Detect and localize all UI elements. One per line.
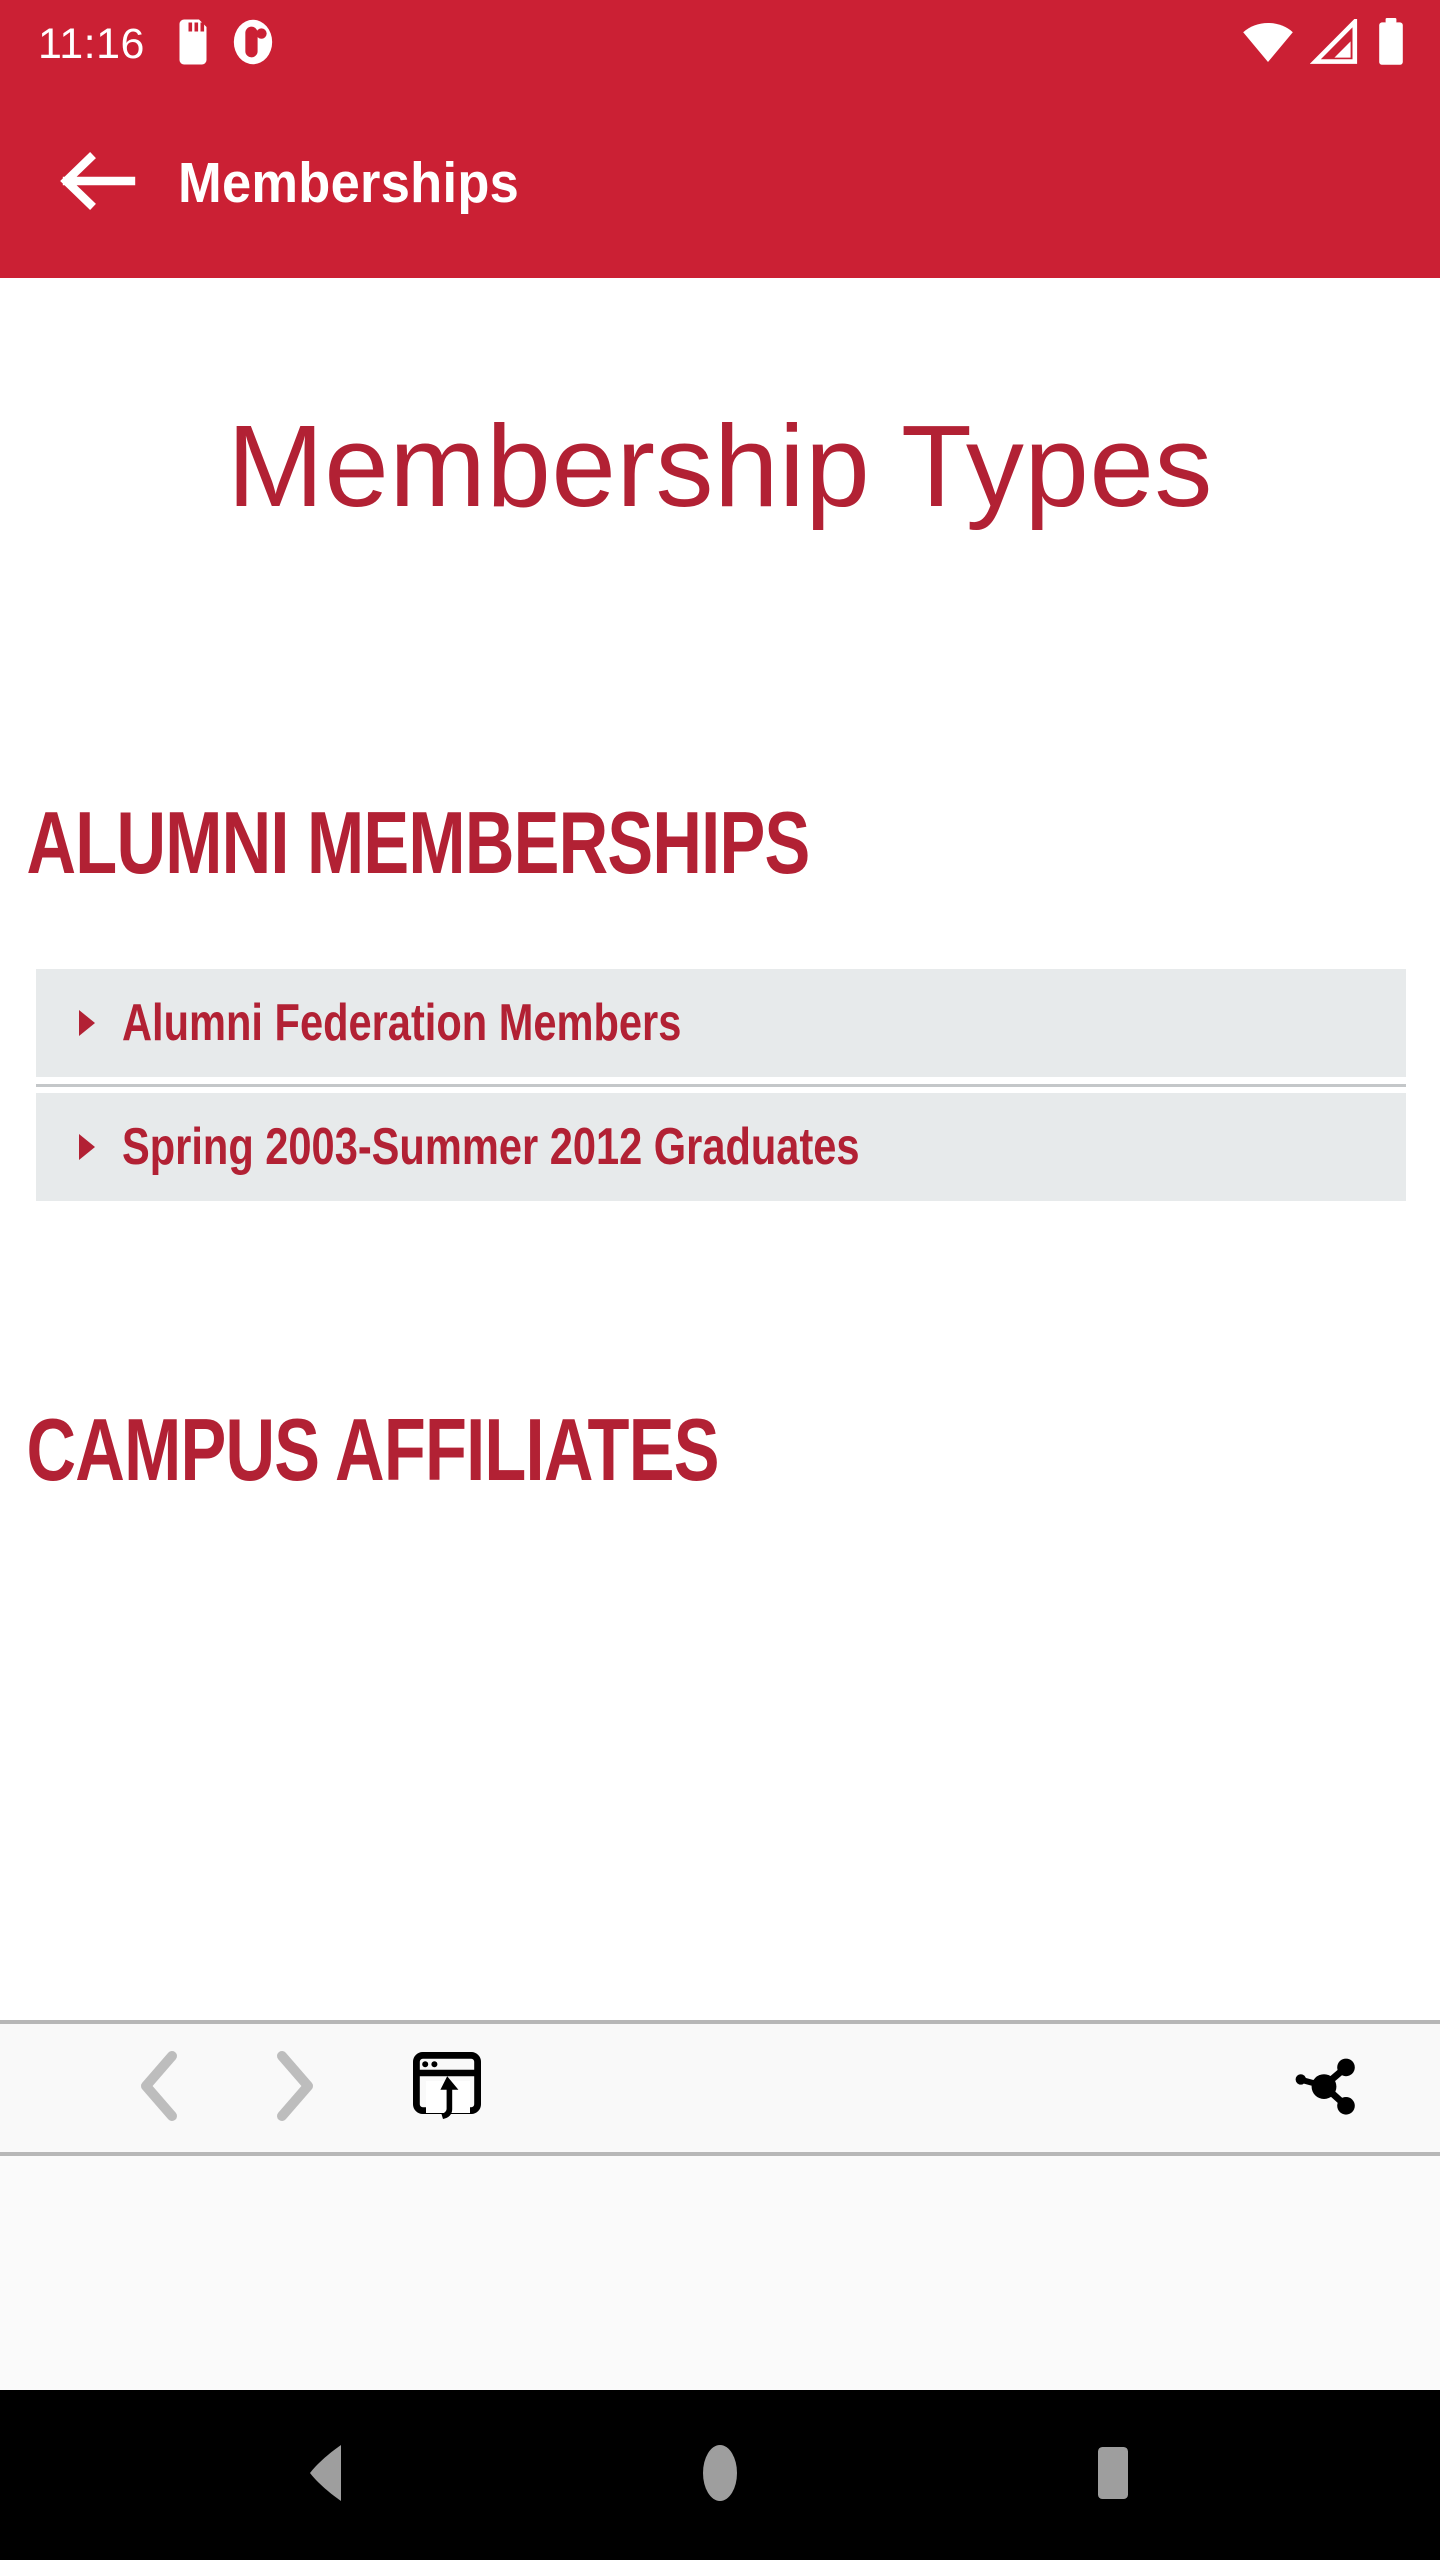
page-title: Memberships: [178, 151, 520, 215]
web-page-heading: Membership Types: [227, 401, 1213, 531]
list-item[interactable]: Alumni Federation Members: [36, 968, 1406, 1077]
system-navigation-bar: [0, 2390, 1440, 2560]
arrow-back-icon: [59, 150, 137, 217]
chevron-right-icon: [262, 2048, 324, 2129]
back-button[interactable]: [50, 135, 146, 231]
triangle-right-icon: [76, 1133, 98, 1161]
section-heading-campus-affiliates: CAMPUS AFFILIATES: [26, 1399, 720, 1499]
section-heading-alumni-memberships: ALUMNI MEMBERSHIPS: [26, 792, 811, 892]
chevron-left-icon: [130, 2048, 192, 2129]
webview[interactable]: Membership Types ALUMNI MEMBERSHIPS Alum…: [0, 278, 1440, 2020]
web-page-content: Membership Types ALUMNI MEMBERSHIPS Alum…: [0, 278, 1440, 1494]
battery-icon: [1376, 17, 1406, 71]
triangle-right-icon: [76, 1009, 98, 1037]
browser-back-button[interactable]: [106, 2033, 216, 2143]
browser-toolbar: [0, 2020, 1440, 2156]
wifi-icon: [1242, 19, 1294, 70]
nav-home-button[interactable]: [655, 2410, 785, 2540]
share-icon: [1286, 2047, 1364, 2130]
list-item-label: Spring 2003-Summer 2012 Graduates: [122, 1117, 860, 1176]
status-bar-clock: 11:16: [38, 19, 145, 68]
status-bar: 11:16: [0, 0, 1440, 88]
nav-back-button[interactable]: [262, 2410, 392, 2540]
browser-forward-button[interactable]: [238, 2033, 348, 2143]
nav-home-circle-icon: [697, 2442, 743, 2509]
cell-signal-icon: [1309, 15, 1360, 70]
nav-recents-button[interactable]: [1048, 2410, 1178, 2540]
open-in-browser-button[interactable]: [392, 2033, 502, 2143]
nav-recents-square-icon: [1090, 2442, 1136, 2509]
nav-back-triangle-icon: [299, 2442, 355, 2509]
status-bar-left-icons: [175, 19, 275, 70]
alumni-memberships-list: Alumni Federation Members Spring 2003-Su…: [0, 968, 1440, 1201]
list-item[interactable]: Spring 2003-Summer 2012 Graduates: [36, 1083, 1406, 1201]
status-bar-right-icons: [1242, 15, 1406, 71]
open-in-browser-icon: [410, 2049, 484, 2128]
sd-card-icon: [175, 19, 211, 70]
app-notification-icon: [231, 19, 275, 70]
phone-screen: 11:16 Memberships Membership Types ALUMN…: [0, 0, 1440, 2560]
app-bar: Memberships: [0, 88, 1440, 278]
share-button[interactable]: [1270, 2033, 1380, 2143]
list-item-label: Alumni Federation Members: [122, 993, 682, 1052]
blank-content-area: [0, 2156, 1440, 2390]
